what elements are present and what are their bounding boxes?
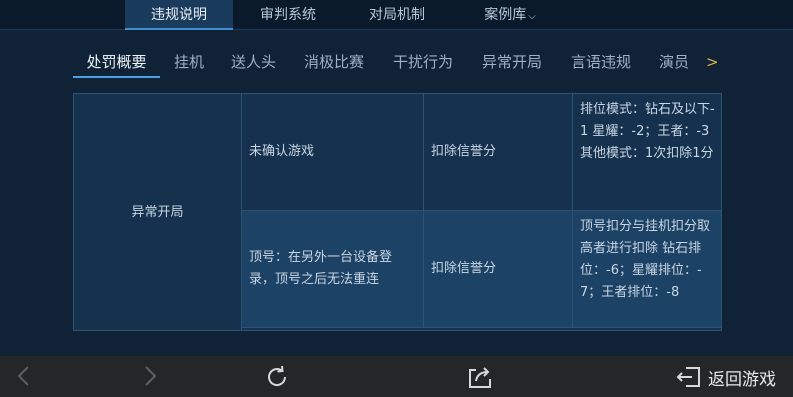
subtab-actor[interactable]: 演员 [659,50,689,78]
top-navigation: 违规说明 审判系统 对局机制 案例库 ⌵ [0,0,793,30]
behavior-text: 未确认游戏 [249,144,315,159]
table-row-2-penalty: 扣除信誉分 [424,211,573,328]
exit-icon [676,367,700,387]
refresh-icon[interactable] [264,364,290,394]
subtab-verbal-abuse[interactable]: 言语违规 [571,50,631,78]
tab-label: 案例库 [484,7,527,23]
subtab-penalty-overview[interactable]: 处罚概要 [73,50,160,78]
subtab-label: 干扰行为 [393,53,454,71]
tab-match-mechanism[interactable]: 对局机制 [347,0,447,30]
subtab-afk[interactable]: 挂机 [174,50,204,78]
chevron-down-icon: ⌵ [528,11,536,22]
table-row-1-penalty: 扣除信誉分 [424,94,573,211]
tab-case-library[interactable]: 案例库 ⌵ [465,0,555,30]
return-to-game-button[interactable]: 返回游戏 [676,365,776,390]
table-row-1-detail: 排位模式：钻石及以下-1 星耀：-2；王者：-3 其他模式：1次扣除1分 [573,94,721,211]
share-icon[interactable] [467,364,493,394]
sub-navigation: 处罚概要 挂机 送人头 消极比赛 干扰行为 异常开局 言语违规 演员 > [0,44,793,78]
subtab-label: 消极比赛 [304,53,365,71]
detail-text: 排位模式：钻石及以下-1 星耀：-2；王者：-3 其他模式：1次扣除1分 [580,102,715,161]
subtab-label: 异常开局 [482,53,543,71]
tab-label: 违规说明 [151,7,207,23]
table-category-cell: 异常开局 [74,94,242,330]
subtab-label: 处罚概要 [86,53,147,71]
subtab-interference[interactable]: 干扰行为 [393,50,453,78]
subtab-label: 演员 [659,53,690,71]
tab-label: 对局机制 [369,7,425,23]
penalty-text: 扣除信誉分 [431,144,497,159]
table-row-1-behavior: 未确认游戏 [242,94,424,211]
return-to-game-label: 返回游戏 [708,369,776,390]
subtab-label: 送人头 [231,53,277,71]
back-arrow-icon[interactable] [14,364,34,392]
subtab-feeding[interactable]: 送人头 [231,50,276,78]
more-tabs-arrow[interactable]: > [706,50,719,74]
tab-judgment-system[interactable]: 审判系统 [238,0,338,30]
subtab-label: 挂机 [174,53,205,71]
tab-label: 审判系统 [260,7,316,23]
forward-arrow-icon[interactable] [140,364,160,392]
subtab-passive-play[interactable]: 消极比赛 [304,50,364,78]
subtab-abnormal-start[interactable]: 异常开局 [482,50,542,78]
table-row-2-detail: 顶号扣分与挂机扣分取高者进行扣除 钻石排位：-6；星耀排位：-7；王者排位：-8 [573,211,721,328]
behavior-text: 顶号：在另外一台设备登录，顶号之后无法重连 [249,250,393,287]
category-label: 异常开局 [131,204,184,220]
bottom-toolbar: 返回游戏 [0,356,793,397]
penalty-table: 异常开局 未确认游戏 扣除信誉分 排位模式：钻石及以下-1 星耀：-2；王者：-… [73,93,722,331]
table-row-2-behavior: 顶号：在另外一台设备登录，顶号之后无法重连 [242,211,424,328]
subtab-label: 言语违规 [571,53,632,71]
detail-text: 顶号扣分与挂机扣分取高者进行扣除 钻石排位：-6；星耀排位：-7；王者排位：-8 [580,219,711,300]
penalty-text: 扣除信誉分 [431,261,497,276]
tab-violation-guide[interactable]: 违规说明 [125,0,233,30]
